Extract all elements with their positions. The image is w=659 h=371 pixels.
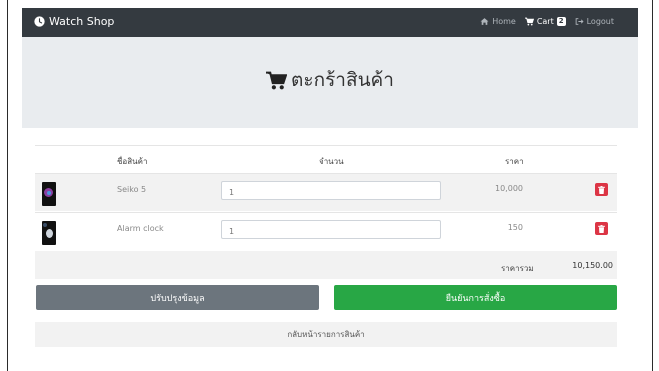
back-to-products-link[interactable]: กลับหน้ารายการสินค้า (35, 322, 617, 347)
nav-logout[interactable]: Logout (575, 17, 614, 26)
header-product-name: ชื่อสินค้า (117, 157, 148, 166)
browser-frame: Watch Shop Home Cart 2 Logout ตะกร้าสินค… (0, 0, 659, 371)
product-name: Alarm clock (117, 224, 164, 233)
total-value: 10,150.00 (572, 261, 613, 270)
cart-icon (266, 71, 288, 89)
navbar: Watch Shop Home Cart 2 Logout (22, 8, 638, 37)
cart-count-badge: 2 (556, 17, 566, 26)
product-name: Seiko 5 (117, 185, 147, 194)
brand-label: Watch Shop (49, 15, 115, 28)
quantity-input[interactable] (221, 181, 441, 200)
product-price: 150 (507, 223, 523, 232)
table-header: ชื่อสินค้า จำนวน ราคา (35, 145, 617, 173)
nav-home[interactable]: Home (480, 17, 516, 26)
brand-link[interactable]: Watch Shop (34, 15, 114, 28)
cart-icon (524, 17, 534, 26)
trash-icon (598, 224, 605, 233)
header-price: ราคา (505, 157, 524, 166)
logout-icon (575, 18, 584, 25)
delete-button[interactable] (595, 183, 608, 196)
nav-logout-label: Logout (586, 17, 614, 26)
update-cart-button[interactable]: ปรับปรุงข้อมูล (36, 285, 319, 310)
page-title: ตะกร้าสินค้า (22, 65, 638, 95)
table-row: Alarm clock 150 (35, 212, 617, 250)
delete-button[interactable] (595, 222, 608, 235)
nav-cart-label: Cart (536, 17, 554, 26)
page-title-text: ตะกร้าสินค้า (291, 69, 394, 91)
product-price: 10,000 (495, 184, 523, 193)
nav-home-label: Home (492, 17, 516, 26)
frame-border-left (7, 0, 8, 371)
page-header: ตะกร้าสินค้า (22, 37, 638, 128)
product-image (42, 221, 56, 245)
table-row: Seiko 5 10,000 (35, 173, 617, 211)
home-icon (480, 18, 489, 25)
total-label: ราคารวม (501, 264, 534, 273)
frame-border-right (652, 0, 653, 371)
quantity-input[interactable] (221, 220, 441, 239)
clock-icon (34, 16, 45, 27)
confirm-order-button[interactable]: ยืนยันการสั่งซื้อ (334, 285, 617, 310)
total-row: ราคารวม 10,150.00 (35, 251, 617, 279)
nav-links: Home Cart 2 Logout (480, 17, 614, 26)
trash-icon (598, 185, 605, 194)
product-image (42, 182, 56, 206)
nav-cart[interactable]: Cart 2 (524, 17, 566, 26)
header-quantity: จำนวน (319, 157, 344, 166)
